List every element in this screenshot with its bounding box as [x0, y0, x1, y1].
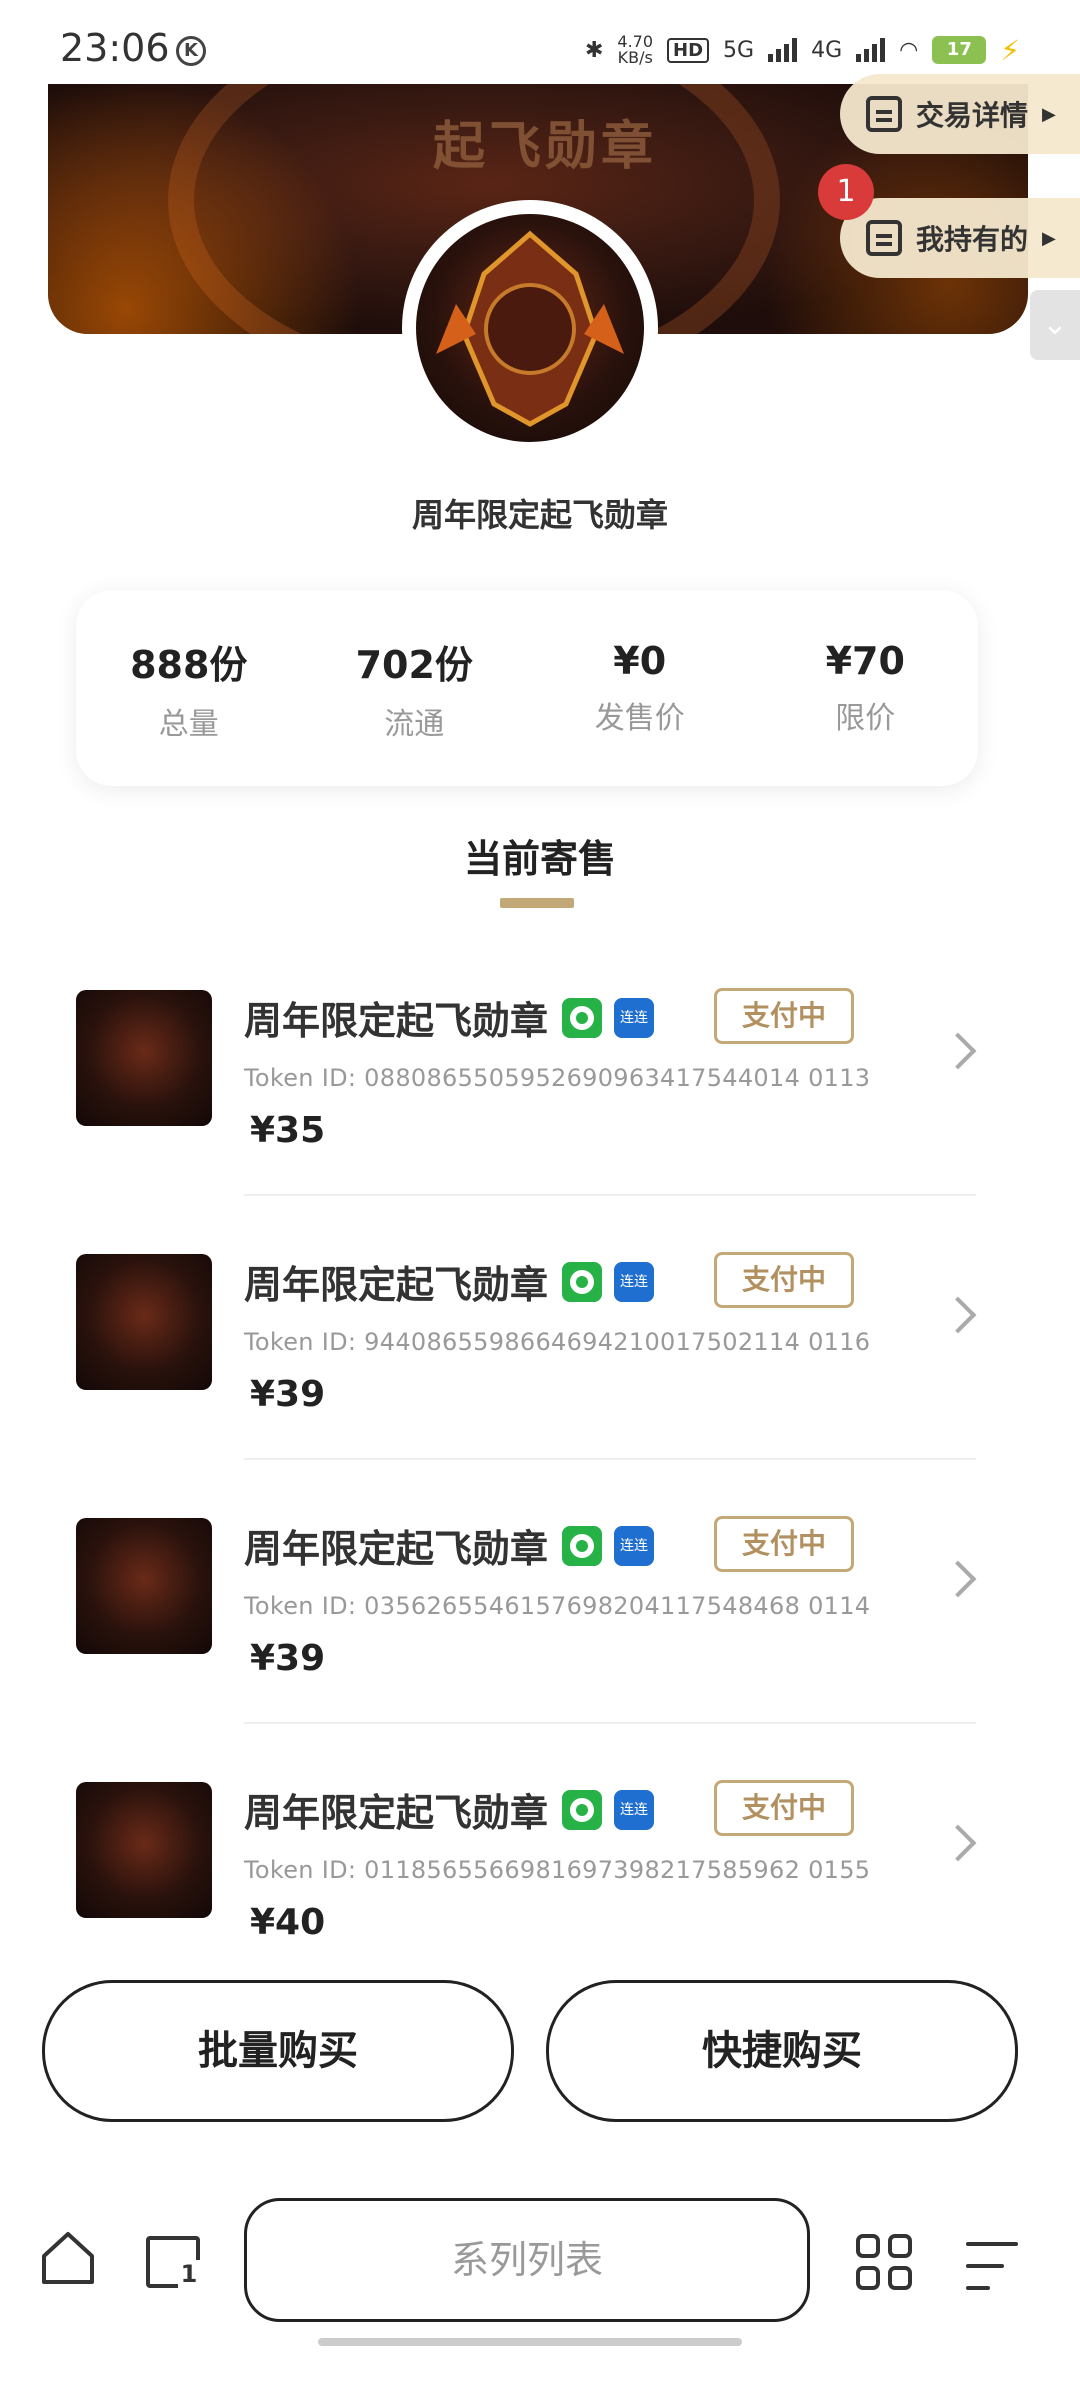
status-time: 23:06 [60, 26, 170, 70]
listing-item[interactable]: 周年限定起飞勋章 连连 支付中 Token ID: 94408655986646… [0, 1224, 1080, 1488]
status-icons: ✱ 4.70 KB/s HD 5G 4G ◠ 17 ⚡ [585, 30, 1020, 70]
stat-release-price: ¥0 发售价 [594, 639, 685, 736]
trade-detail-button[interactable]: 交易详情 ▶ [840, 74, 1080, 154]
listing-item[interactable]: 周年限定起飞勋章 连连 支付中 Token ID: 01185655669816… [0, 1752, 1080, 2016]
hd-icon: HD [667, 37, 710, 63]
listing-item[interactable]: 周年限定起飞勋章 连连 支付中 Token ID: 03562655461576… [0, 1488, 1080, 1752]
green-chain-icon [562, 1262, 602, 1302]
listing-thumbnail [76, 990, 212, 1126]
lianlian-icon: 连连 [614, 998, 654, 1038]
triangle-right-icon: ▶ [1042, 103, 1056, 125]
box-icon [866, 220, 902, 256]
token-id: Token ID: 9440865598664694210017502114 0… [244, 1328, 871, 1356]
wifi-icon: ◠ [899, 37, 919, 63]
item-title: 周年限定起飞勋章 [411, 496, 668, 534]
divider [244, 1458, 976, 1460]
triangle-right-icon: ▶ [1042, 227, 1056, 249]
listing-price: ¥39 [250, 1374, 326, 1415]
green-chain-icon [562, 1526, 602, 1566]
bluetooth-icon: ✱ [584, 37, 604, 63]
holdings-badge: 1 [818, 164, 874, 220]
divider [244, 1194, 976, 1196]
status-badge: 支付中 [714, 1516, 854, 1572]
status-badge: 支付中 [714, 1780, 854, 1836]
listing-price: ¥40 [250, 1902, 326, 1943]
signal2-icon [856, 38, 886, 62]
sim2-label: 4G [811, 37, 843, 63]
tabs-icon[interactable]: 1 [146, 2236, 200, 2288]
signal-icon [768, 38, 798, 62]
document-icon [866, 96, 902, 132]
tab-underline [500, 898, 574, 908]
lianlian-icon: 连连 [614, 1790, 654, 1830]
green-chain-icon [562, 998, 602, 1038]
chevron-right-icon [939, 1560, 977, 1598]
chevron-right-icon [939, 1824, 977, 1862]
listing-name: 周年限定起飞勋章 [244, 1527, 549, 1571]
listing-thumbnail [76, 1254, 212, 1390]
series-list-button[interactable]: 系列列表 [244, 2198, 810, 2322]
my-holdings-button[interactable]: 我持有的 ▶ [840, 198, 1080, 278]
listing-name: 周年限定起飞勋章 [244, 1791, 549, 1835]
tab-current-consignment[interactable]: 当前寄售 [0, 828, 1080, 883]
page: 23:06 K ✱ 4.70 KB/s HD 5G 4G ◠ 17 ⚡ 起飞勋章… [0, 0, 1080, 2400]
green-chain-icon [562, 1790, 602, 1830]
stat-total: 888份 总量 [130, 642, 248, 742]
quick-buy-button[interactable]: 快捷购买 [546, 1980, 1018, 2122]
stats-card: 888份 总量 702份 流通 ¥0 发售价 ¥70 限价 [76, 590, 978, 786]
banner-text: 起飞勋章 [433, 117, 658, 177]
menu-icon[interactable] [966, 2242, 1018, 2290]
medal-icon [436, 230, 624, 427]
batch-buy-button[interactable]: 批量购买 [42, 1980, 514, 2122]
token-id: Token ID: 0118565566981697398217585962 0… [244, 1856, 871, 1884]
charging-icon: ⚡ [1000, 33, 1020, 67]
lianlian-icon: 连连 [614, 1262, 654, 1302]
home-icon[interactable] [40, 2230, 96, 2286]
listing-name: 周年限定起飞勋章 [244, 1263, 549, 1307]
listing-item[interactable]: 周年限定起飞勋章 连连 支付中 Token ID: 08808655059526… [0, 960, 1080, 1224]
net-speed: 4.70 KB/s [617, 32, 654, 67]
status-bar: 23:06 K ✱ 4.70 KB/s HD 5G 4G ◠ 17 ⚡ [0, 0, 1080, 84]
battery-icon: 17 [932, 36, 987, 64]
chevron-right-icon [939, 1032, 977, 1070]
chevron-right-icon [939, 1296, 977, 1334]
listing-price: ¥39 [250, 1638, 326, 1679]
status-badge: 支付中 [714, 1252, 854, 1308]
listing-name: 周年限定起飞勋章 [244, 999, 549, 1043]
home-indicator[interactable] [318, 2338, 742, 2346]
k-app-icon: K [176, 36, 206, 66]
stat-limit-price: ¥70 限价 [825, 639, 905, 736]
collapse-chevron-icon[interactable]: ⌄ [1030, 290, 1080, 360]
status-badge: 支付中 [714, 988, 854, 1044]
listing-thumbnail [76, 1518, 212, 1654]
sim1-label: 5G [723, 37, 755, 63]
token-id: Token ID: 0356265546157698204117548468 0… [244, 1592, 871, 1620]
bottom-nav: 1 系列列表 [0, 2180, 1080, 2400]
token-id: Token ID: 0880865505952690963417544014 0… [244, 1064, 871, 1092]
lianlian-icon: 连连 [614, 1526, 654, 1566]
divider [244, 1722, 976, 1724]
grid-icon[interactable] [856, 2234, 914, 2292]
listing-thumbnail [76, 1782, 212, 1918]
stat-circulation: 702份 流通 [355, 642, 473, 742]
listing-price: ¥35 [250, 1110, 326, 1151]
item-avatar [402, 200, 658, 456]
